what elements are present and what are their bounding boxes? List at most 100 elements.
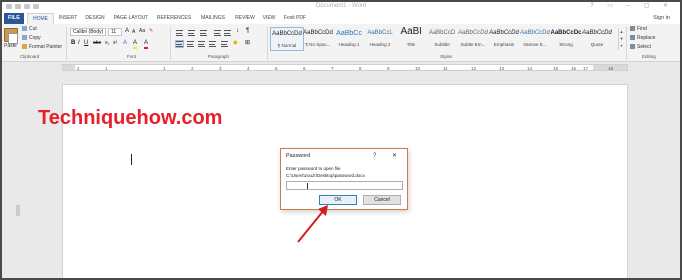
search-icon <box>630 26 635 31</box>
ok-button[interactable]: OK <box>319 195 357 205</box>
subscript-button[interactable]: x₂ <box>105 40 109 47</box>
style-sample: AaBl <box>400 27 422 36</box>
increase-indent-icon[interactable] <box>224 30 231 36</box>
vertical-scrollbar[interactable] <box>672 74 678 274</box>
underline-button[interactable]: U <box>84 40 88 47</box>
chevron-up-icon[interactable]: ▲ <box>619 28 624 35</box>
password-input[interactable] <box>286 181 403 190</box>
cancel-button[interactable]: Cancel <box>363 195 401 205</box>
align-left-icon[interactable] <box>175 40 184 48</box>
style-subtitle[interactable]: AaBbCcD Subtitle <box>425 27 459 51</box>
multilevel-list-icon[interactable] <box>200 30 207 36</box>
tab-references[interactable]: REFERENCES <box>154 13 194 24</box>
style-sample: AaBbCcDd <box>489 30 519 36</box>
cut-button[interactable]: Cut <box>22 26 37 33</box>
style-sample: AaBbCcDd <box>520 30 550 36</box>
style-intense-emphasis[interactable]: AaBbCcDd Intense E... <box>518 27 552 51</box>
ruler-number: 5 <box>275 66 278 71</box>
horizontal-ruler[interactable]: 2 1 1 2 3 4 5 6 7 8 9 10 11 12 13 14 15 … <box>2 63 680 72</box>
dialog-title: Password <box>286 153 311 159</box>
decrease-indent-icon[interactable] <box>214 30 221 36</box>
style-title[interactable]: AaBl Title <box>394 27 428 51</box>
paste-button[interactable]: Paste <box>4 43 17 50</box>
strikethrough-button[interactable]: abc <box>93 40 101 47</box>
tab-insert[interactable]: INSERT <box>56 13 80 24</box>
style-subtle-emphasis[interactable]: AaBbCcDd Subtle Em... <box>456 27 490 51</box>
ruler-number: 1 <box>105 66 108 71</box>
style-heading-2[interactable]: AaBbCcL Heading 2 <box>363 27 397 51</box>
site-watermark: Techniquehow.com <box>38 107 223 129</box>
ruler-number: 2 <box>191 66 194 71</box>
format-painter-button[interactable]: Format Painter <box>22 44 62 51</box>
close-icon[interactable]: ✕ <box>392 152 397 160</box>
tab-file[interactable]: FILE <box>4 13 24 24</box>
styles-group-label: Styles <box>440 54 453 59</box>
style-sample: AaBbCcDd <box>582 30 612 36</box>
ruler-number: 8 <box>359 66 362 71</box>
ruler-left-margin <box>63 65 75 70</box>
select-button[interactable]: Select <box>630 44 651 51</box>
window-controls[interactable]: ? ▭ – ▢ ✕ <box>590 2 674 11</box>
change-case-button[interactable]: Aa <box>139 28 145 35</box>
bullets-icon[interactable] <box>176 30 183 36</box>
font-color-button[interactable]: A <box>144 40 149 49</box>
style-emphasis[interactable]: AaBbCcDd Emphasis <box>487 27 521 51</box>
numbering-icon[interactable] <box>188 30 195 36</box>
tab-home[interactable]: HOME <box>27 13 54 24</box>
font-group-label: Font <box>127 54 137 59</box>
style-quote[interactable]: AaBbCcDd Quote <box>580 27 614 51</box>
find-button[interactable]: Find <box>630 26 647 33</box>
tab-foxit-pdf[interactable]: Foxit PDF <box>280 13 310 24</box>
ruler-number: 11 <box>443 66 448 71</box>
text-effects-icon[interactable]: A <box>123 40 127 47</box>
styles-scroll[interactable]: ▲ ▼ ▾ <box>618 28 624 50</box>
shading-icon[interactable]: ◆ <box>233 40 238 47</box>
brush-icon <box>22 44 27 49</box>
more-styles-icon[interactable]: ▾ <box>619 42 624 49</box>
text-cursor <box>131 154 132 165</box>
tab-view[interactable]: VIEW <box>260 13 278 24</box>
tab-page-layout[interactable]: PAGE LAYOUT <box>110 13 152 24</box>
grow-font-button[interactable]: A <box>125 28 129 35</box>
help-icon[interactable]: ? <box>373 152 376 160</box>
sort-icon[interactable]: ↕ <box>236 28 239 35</box>
style-name: ¶ Normal <box>277 43 297 48</box>
ribbon-tabs: FILE HOME INSERT DESIGN PAGE LAYOUT REFE… <box>2 13 680 24</box>
style-strong[interactable]: AaBbCcDc Strong <box>549 27 583 51</box>
italic-button[interactable]: I <box>78 40 80 47</box>
borders-icon[interactable]: ⊞ <box>245 40 250 47</box>
bold-button[interactable]: B <box>71 40 75 47</box>
editing-group-label: Editing <box>642 54 656 59</box>
tab-design[interactable]: DESIGN <box>82 13 108 24</box>
sign-in-link[interactable]: Sign in <box>653 13 670 24</box>
show-marks-button[interactable]: ¶ <box>246 28 249 35</box>
replace-button[interactable]: Replace <box>630 35 655 42</box>
chevron-down-icon[interactable]: ▼ <box>619 35 624 42</box>
ruler-track[interactable]: 2 1 1 2 3 4 5 6 7 8 9 10 11 12 13 14 15 … <box>62 64 628 71</box>
font-name-select[interactable]: Calibri (Body) <box>70 28 106 36</box>
superscript-button[interactable]: x² <box>113 40 117 47</box>
align-right-icon[interactable] <box>198 41 205 47</box>
line-spacing-icon[interactable] <box>221 41 228 47</box>
shrink-font-button[interactable]: A <box>132 29 135 36</box>
copy-button[interactable]: Copy <box>22 35 41 42</box>
tab-review[interactable]: REVIEW <box>232 13 258 24</box>
group-divider <box>170 27 171 60</box>
paste-icon[interactable] <box>4 28 18 44</box>
style-sample: AaBbCcDd <box>303 30 333 36</box>
select-icon <box>630 44 635 49</box>
style-no-spacing[interactable]: AaBbCcDd ¶ No Spac... <box>301 27 335 51</box>
ruler-number: 14 <box>527 66 533 71</box>
clear-formatting-icon[interactable]: ✎ <box>149 28 153 35</box>
format-painter-label: Format Painter <box>29 44 63 50</box>
justify-icon[interactable] <box>209 41 216 47</box>
highlight-button[interactable]: A <box>133 40 138 49</box>
style-sample: AaBbCcDd <box>458 30 488 36</box>
style-heading-1[interactable]: AaBbCc Heading 1 <box>332 27 366 51</box>
style-normal[interactable]: AaBbCcDd ¶ Normal <box>270 27 304 51</box>
style-sample: AaBbCcL <box>367 30 393 36</box>
align-center-icon[interactable] <box>187 41 194 47</box>
style-name: Emphasis <box>493 42 515 47</box>
font-size-select[interactable]: 11 <box>108 28 122 36</box>
tab-mailings[interactable]: MAILINGS <box>196 13 230 24</box>
